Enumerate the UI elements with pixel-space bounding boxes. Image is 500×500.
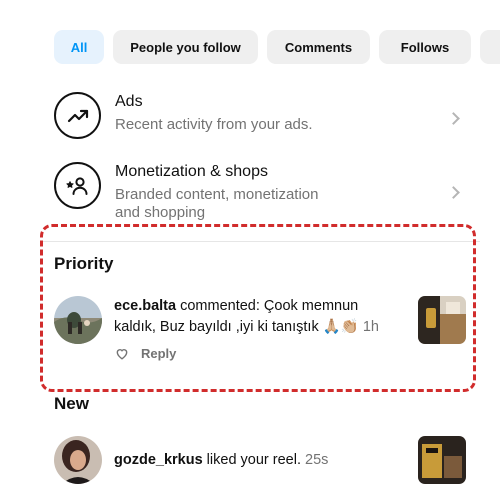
highlight-box [40, 224, 476, 392]
chevron-right-icon [447, 186, 460, 199]
filter-chip-comments[interactable]: Comments [267, 30, 370, 64]
monetization-subtitle: Branded content, monetization and shoppi… [115, 184, 318, 223]
new-notification-text: gozde_krkus liked your reel. 25s [114, 450, 414, 471]
new-section-title: New [54, 394, 89, 413]
username-link[interactable]: gozde_krkus [114, 452, 203, 468]
reel-thumbnail[interactable] [418, 436, 466, 484]
avatar[interactable] [54, 436, 102, 484]
like-text: liked your reel. [202, 451, 306, 468]
filter-chip-follows[interactable]: Follows [379, 30, 471, 64]
person-star-icon [54, 162, 101, 209]
new-notification[interactable]: gozde_krkus liked your reel. 25s [54, 436, 470, 484]
timestamp: 25s [305, 451, 329, 468]
menu-row-monetization[interactable]: Monetization & shops Branded content, mo… [54, 162, 480, 223]
cropped-header [54, 0, 254, 6]
trend-up-icon [54, 92, 101, 139]
monetization-subtitle-line2: and shopping [115, 204, 206, 221]
ads-subtitle: Recent activity from your ads. [115, 116, 313, 133]
ads-title: Ads [115, 93, 143, 110]
filter-chip-more[interactable] [480, 30, 500, 64]
menu-row-ads[interactable]: Ads Recent activity from your ads. [54, 92, 480, 139]
filter-chip-all[interactable]: All [54, 30, 104, 64]
filter-chip-people-you-follow[interactable]: People you follow [113, 30, 258, 64]
monetization-title: Monetization & shops [115, 163, 268, 180]
chevron-right-icon [447, 112, 460, 125]
filter-chips: All People you follow Comments Follows [54, 30, 500, 64]
